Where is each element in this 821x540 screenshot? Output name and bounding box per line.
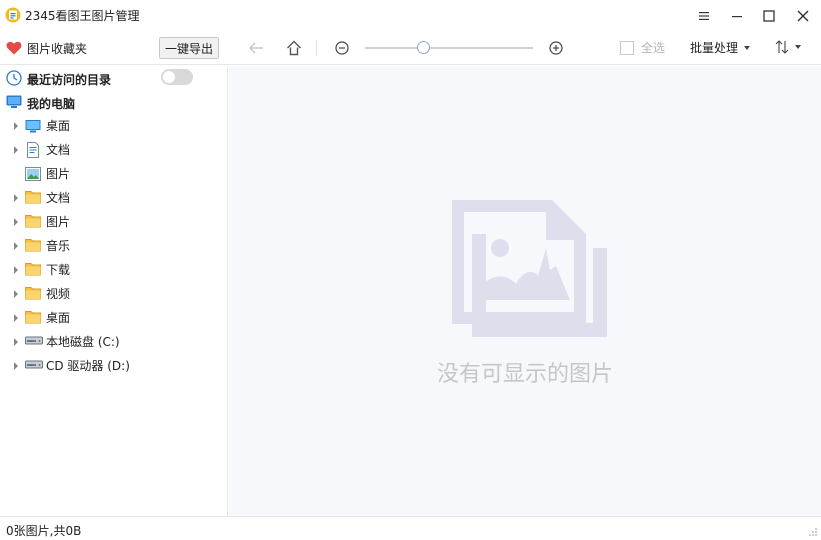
expand-arrow-icon[interactable]: [14, 146, 18, 154]
sidebar: 最近访问的目录 我的电脑 桌面 文档 图片 文档 图片 音乐 下载 视频 桌面 本地磁盘 (C:)…: [0, 66, 228, 516]
picture-icon: [25, 166, 41, 182]
tree-item-label: 下载: [46, 263, 71, 277]
toggle-knob: [163, 71, 175, 83]
arrow-left-icon: [249, 42, 263, 54]
up-folder-button[interactable]: [284, 38, 304, 58]
maximize-icon: [763, 10, 775, 22]
maximize-button[interactable]: [754, 4, 784, 28]
image-grid-area: 没有可显示的图片: [229, 66, 821, 516]
folder-icon: [25, 190, 41, 206]
expand-arrow-icon[interactable]: [14, 338, 18, 346]
title-bar: 2345看图王图片管理: [0, 0, 821, 32]
expand-arrow-icon[interactable]: [14, 122, 18, 130]
folder-icon: [25, 310, 41, 326]
select-all-label[interactable]: 全选: [641, 41, 665, 55]
sidebar-tree-item[interactable]: 文档: [0, 138, 228, 162]
sidebar-tree-item[interactable]: 下载: [0, 258, 228, 282]
app-logo-icon: [5, 7, 21, 23]
tree-item-label: 本地磁盘 (C:): [46, 335, 120, 349]
close-button[interactable]: [788, 4, 818, 28]
favorites-label: 图片收藏夹: [27, 41, 88, 56]
sidebar-tree-item[interactable]: 文档: [0, 186, 228, 210]
folder-icon: [25, 238, 41, 254]
zoom-in-button[interactable]: [546, 38, 566, 58]
chevron-down-icon: [795, 45, 801, 49]
expand-arrow-icon[interactable]: [14, 242, 18, 250]
sort-icon: [775, 40, 789, 54]
tree-item-label: 桌面: [46, 119, 71, 133]
folder-icon: [25, 214, 41, 230]
heart-icon: [6, 41, 22, 55]
desktop-icon: [25, 118, 41, 134]
toolbar: 图片收藏夹 一键导出 全选 批量处理: [0, 32, 821, 65]
expand-arrow-icon[interactable]: [14, 362, 18, 370]
drive-icon: [25, 358, 43, 374]
tree-item-label: 文档: [46, 143, 71, 157]
batch-process-dropdown[interactable]: 批量处理: [690, 41, 751, 55]
folder-icon: [25, 286, 41, 302]
sidebar-tree-item[interactable]: 图片: [0, 162, 228, 186]
zoom-out-icon: [335, 41, 349, 55]
status-bar: 0张图片,共0B: [0, 516, 821, 540]
my-computer-row[interactable]: 我的电脑: [0, 90, 228, 114]
zoom-slider-track[interactable]: [365, 47, 533, 49]
export-button[interactable]: 一键导出: [159, 37, 219, 59]
my-computer-label: 我的电脑: [27, 97, 76, 111]
back-button[interactable]: [246, 38, 266, 58]
menu-button[interactable]: [689, 4, 719, 28]
recent-directories-row[interactable]: 最近访问的目录: [0, 66, 228, 90]
chevron-down-icon: [744, 46, 751, 50]
zoom-slider-thumb[interactable]: [417, 41, 430, 54]
toolbar-divider: [316, 40, 317, 56]
minimize-icon: [732, 16, 742, 18]
folder-icon: [25, 262, 41, 278]
tree-item-label: 视频: [46, 287, 71, 301]
minimize-button[interactable]: [722, 4, 752, 28]
sidebar-tree-item[interactable]: 图片: [0, 210, 228, 234]
sidebar-tree-item[interactable]: 音乐: [0, 234, 228, 258]
expand-arrow-icon[interactable]: [14, 290, 18, 298]
recent-directories-label: 最近访问的目录: [27, 73, 112, 87]
tree-item-label: 文档: [46, 191, 71, 205]
sidebar-tree-item[interactable]: 视频: [0, 282, 228, 306]
empty-state-message: 没有可显示的图片: [436, 362, 613, 387]
drive-icon: [25, 334, 43, 350]
sort-dropdown[interactable]: [775, 40, 801, 54]
tree-item-label: CD 驱动器 (D:): [46, 359, 130, 373]
expand-arrow-icon[interactable]: [14, 194, 18, 202]
menu-icon: [699, 12, 709, 20]
computer-icon: [6, 95, 22, 108]
expand-arrow-icon[interactable]: [14, 266, 18, 274]
tree-item-label: 桌面: [46, 311, 71, 325]
sidebar-tree-item[interactable]: 桌面: [0, 114, 228, 138]
sidebar-tree-item[interactable]: CD 驱动器 (D:): [0, 354, 228, 378]
no-image-illustration: [452, 200, 607, 337]
document-icon: [25, 142, 41, 158]
expand-arrow-icon[interactable]: [14, 314, 18, 322]
window-title: 2345看图王图片管理: [25, 9, 140, 23]
up-arrow-icon: [287, 40, 301, 56]
batch-process-label: 批量处理: [690, 41, 739, 55]
status-text: 0张图片,共0B: [6, 524, 82, 538]
tree-item-label: 图片: [46, 167, 71, 181]
sidebar-tree-item[interactable]: 本地磁盘 (C:): [0, 330, 228, 354]
resize-grip-icon[interactable]: [808, 527, 818, 537]
tree-item-label: 图片: [46, 215, 71, 229]
zoom-out-button[interactable]: [332, 38, 352, 58]
tree-item-label: 音乐: [46, 239, 71, 253]
recent-directories-toggle[interactable]: [161, 69, 193, 85]
select-all-checkbox[interactable]: [620, 41, 634, 55]
expand-arrow-icon[interactable]: [14, 218, 18, 226]
clock-icon: [6, 70, 22, 86]
favorites-button[interactable]: 图片收藏夹: [6, 40, 87, 56]
zoom-in-icon: [549, 41, 563, 55]
sidebar-tree-item[interactable]: 桌面: [0, 306, 228, 330]
close-icon: [797, 10, 809, 22]
